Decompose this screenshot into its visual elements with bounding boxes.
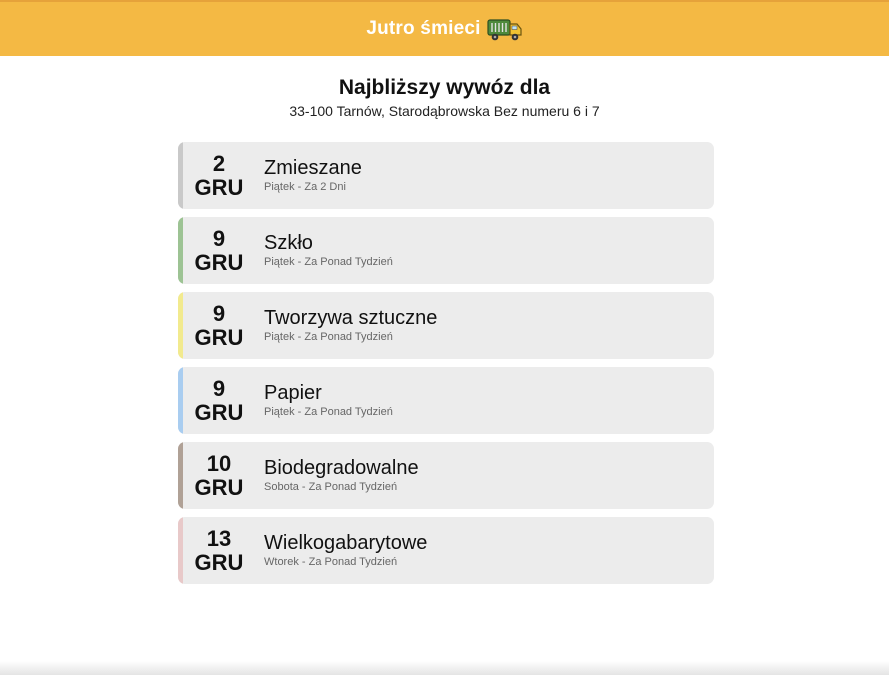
pickup-day: 2 [212,150,226,176]
waste-category-name: Wielkogabarytowe [264,532,428,554]
category-color-stripe [178,517,183,584]
category-color-stripe [178,442,183,509]
waste-category-name: Biodegradowalne [264,457,419,479]
pickup-card-szklo[interactable]: 9 GRU Szkło Piątek - Za Ponad Tydzień [178,217,714,284]
pickup-list: 2 GRU Zmieszane Piątek - Za 2 Dni 9 GRU … [178,142,714,592]
pickup-month: GRU [194,249,244,275]
pickup-card-tworzywa-sztuczne[interactable]: 9 GRU Tworzywa sztuczne Piątek - Za Pona… [178,292,714,359]
pickup-date: 9 GRU [178,375,260,425]
pickup-when: Piątek - Za 2 Dni [264,181,346,193]
waste-category-name: Papier [264,382,322,404]
pickup-when: Sobota - Za Ponad Tydzień [264,481,398,493]
garbage-truck-icon [487,19,522,41]
location-heading: Najbliższy wywóz dla 33-100 Tarnów, Star… [0,76,889,120]
pickup-card-zmieszane[interactable]: 2 GRU Zmieszane Piątek - Za 2 Dni [178,142,714,209]
waste-category-name: Szkło [264,232,313,254]
pickup-info: Wielkogabarytowe Wtorek - Za Ponad Tydzi… [264,532,427,569]
app-header: Jutro śmieci [0,0,889,56]
pickup-info: Szkło Piątek - Za Ponad Tydzień [264,232,393,269]
pickup-info: Zmieszane Piątek - Za 2 Dni [264,157,362,194]
category-color-stripe [178,367,183,434]
pickup-day: 13 [206,525,232,551]
pickup-card-papier[interactable]: 9 GRU Papier Piątek - Za Ponad Tydzień [178,367,714,434]
pickup-day: 9 [212,375,226,401]
pickup-date: 13 GRU [178,525,260,575]
address-text: 33-100 Tarnów, Starodąbrowska Bez numeru… [289,103,600,119]
app-brand[interactable]: Jutro śmieci [366,16,522,42]
category-color-stripe [178,142,183,209]
pickup-card-biodegradowalne[interactable]: 10 GRU Biodegradowalne Sobota - Za Ponad… [178,442,714,509]
waste-category-name: Zmieszane [264,157,362,179]
bottom-shadow-divider [0,661,889,675]
pickup-when: Piątek - Za Ponad Tydzień [264,331,393,343]
pickup-date: 10 GRU [178,450,260,500]
pickup-month: GRU [194,474,244,500]
pickup-month: GRU [194,549,244,575]
pickup-when: Wtorek - Za Ponad Tydzień [264,556,398,568]
pickup-date: 9 GRU [178,225,260,275]
pickup-day: 9 [212,300,226,326]
category-color-stripe [178,217,183,284]
app-title: Jutro śmieci [366,18,481,39]
pickup-month: GRU [194,174,244,200]
pickup-when: Piątek - Za Ponad Tydzień [264,406,393,418]
pickup-when: Piątek - Za Ponad Tydzień [264,256,393,268]
waste-category-name: Tworzywa sztuczne [264,307,438,329]
pickup-date: 9 GRU [178,300,260,350]
pickup-card-wielkogabarytowe[interactable]: 13 GRU Wielkogabarytowe Wtorek - Za Pona… [178,517,714,584]
pickup-month: GRU [194,399,244,425]
category-color-stripe [178,292,183,359]
pickup-month: GRU [194,324,244,350]
page-title: Najbliższy wywóz dla [338,76,551,99]
pickup-day: 10 [206,450,232,476]
pickup-info: Biodegradowalne Sobota - Za Ponad Tydzie… [264,457,419,494]
pickup-info: Tworzywa sztuczne Piątek - Za Ponad Tydz… [264,307,437,344]
pickup-date: 2 GRU [178,150,260,200]
pickup-day: 9 [212,225,226,251]
pickup-info: Papier Piątek - Za Ponad Tydzień [264,382,393,419]
